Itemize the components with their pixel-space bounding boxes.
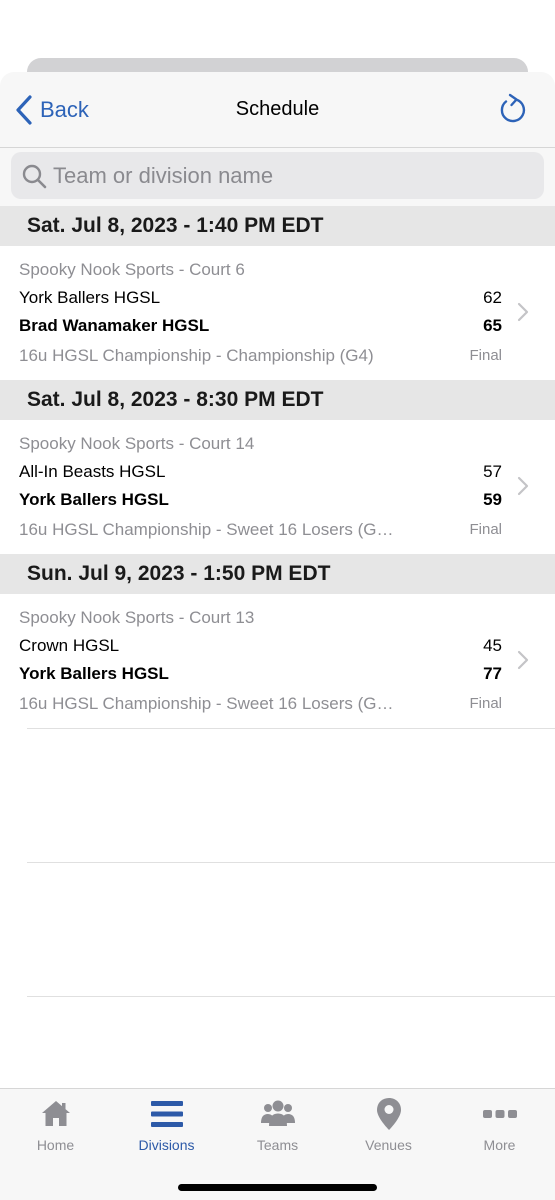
search-input[interactable]	[53, 162, 533, 189]
tab-divisions[interactable]: Divisions	[111, 1097, 222, 1159]
team-2-name: Brad Wanamaker HGSL	[19, 316, 210, 335]
team-1-name: Crown HGSL	[19, 636, 120, 655]
tab-label: Home	[36, 1137, 75, 1153]
game-division: 16u HGSL Championship - Sweet 16 Losers …	[19, 694, 394, 713]
empty-list-row	[27, 862, 555, 996]
game-venue: Spooky Nook Sports - Court 6	[19, 260, 245, 279]
game-row[interactable]: Spooky Nook Sports - Court 13 Crown HGSL…	[0, 594, 555, 728]
team-2-score: 59	[483, 490, 502, 509]
search-box[interactable]	[11, 152, 544, 199]
people-icon	[260, 1100, 295, 1126]
team-1-score: 45	[483, 636, 502, 655]
tab-label: More	[483, 1137, 516, 1153]
navigation-bar: Back Schedule	[0, 72, 555, 148]
tab-bar: Home Divisions Teams Venues More	[0, 1088, 555, 1200]
search-bar	[0, 148, 555, 206]
team-1-name: All-In Beasts HGSL	[19, 462, 166, 481]
tab-label: Venues	[365, 1137, 412, 1153]
tab-venues[interactable]: Venues	[333, 1097, 444, 1159]
tab-more[interactable]: More	[444, 1097, 555, 1159]
team-2-score: 65	[483, 316, 502, 335]
game-venue: Spooky Nook Sports - Court 13	[19, 608, 255, 627]
date-header: Sun. Jul 9, 2023 - 1:50 PM EDT	[0, 554, 555, 594]
team-2-score: 77	[483, 664, 502, 683]
chevron-right-icon	[517, 302, 529, 322]
team-1-score: 62	[483, 288, 502, 307]
date-header: Sat. Jul 8, 2023 - 8:30 PM EDT	[0, 380, 555, 420]
team-1-name: York Ballers HGSL	[19, 288, 161, 307]
game-row[interactable]: Spooky Nook Sports - Court 6 York Baller…	[0, 246, 555, 380]
game-status: Final	[469, 695, 502, 712]
home-icon	[41, 1101, 70, 1126]
empty-list-row	[27, 728, 555, 862]
game-venue: Spooky Nook Sports - Court 14	[19, 434, 255, 453]
game-status: Final	[469, 521, 502, 538]
more-dots-icon	[482, 1110, 517, 1118]
chevron-right-icon	[517, 650, 529, 670]
game-division: 16u HGSL Championship - Sweet 16 Losers …	[19, 520, 394, 539]
schedule-sheet: Back Schedule Sat. Jul 8, 2023 - 1:40 PM…	[0, 72, 555, 1200]
game-division: 16u HGSL Championship - Championship (G4…	[19, 346, 374, 365]
map-pin-icon	[376, 1098, 401, 1130]
date-header: Sat. Jul 8, 2023 - 1:40 PM EDT	[0, 206, 555, 246]
refresh-icon	[500, 93, 526, 123]
game-row[interactable]: Spooky Nook Sports - Court 14 All-In Bea…	[0, 420, 555, 554]
home-indicator	[178, 1184, 377, 1191]
list-icon	[150, 1101, 183, 1127]
team-2-name: York Ballers HGSL	[19, 490, 169, 509]
tab-home[interactable]: Home	[0, 1097, 111, 1159]
chevron-right-icon	[517, 476, 529, 496]
tab-label: Divisions	[138, 1137, 195, 1153]
game-status: Final	[469, 347, 502, 364]
refresh-button[interactable]	[497, 92, 527, 126]
team-1-score: 57	[483, 462, 502, 481]
tab-label: Teams	[256, 1137, 299, 1153]
tab-teams[interactable]: Teams	[222, 1097, 333, 1159]
page-title: Schedule	[235, 98, 320, 120]
team-2-name: York Ballers HGSL	[19, 664, 169, 683]
search-icon	[22, 164, 47, 188]
schedule-list: Sat. Jul 8, 2023 - 1:40 PM EDT Spooky No…	[0, 206, 555, 1130]
